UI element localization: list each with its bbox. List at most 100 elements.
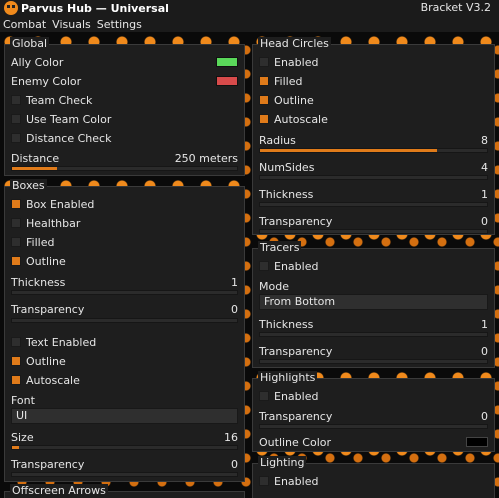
text-outline-toggle[interactable]: Outline <box>11 352 238 370</box>
tracers-thickness-label: Thickness <box>259 317 314 331</box>
head-outline-toggle[interactable]: Outline <box>259 91 488 109</box>
menu-bar: Combat Visuals Settings <box>0 16 499 32</box>
version-label: Bracket V3.2 <box>420 1 491 14</box>
pumpkin-logo-icon <box>4 1 18 15</box>
font-dropdown[interactable]: UI <box>11 408 238 424</box>
text-transparency-slider[interactable] <box>11 472 238 477</box>
head-transparency-slider[interactable] <box>259 229 488 234</box>
box-enabled-checkbox[interactable] <box>11 199 21 209</box>
text-enabled-label: Text Enabled <box>26 335 97 349</box>
box-thickness-value: 1 <box>231 275 238 289</box>
highlights-panel: Highlights Enabled Transparency 0 Outlin… <box>252 371 495 452</box>
head-outline-label: Outline <box>274 93 314 107</box>
numsides-slider[interactable] <box>259 175 488 180</box>
tracers-enabled-toggle[interactable]: Enabled <box>259 257 488 275</box>
head-circles-title: Head Circles <box>258 37 331 50</box>
outline-color-swatch[interactable] <box>466 437 488 447</box>
head-transparency-value: 0 <box>481 214 488 228</box>
head-thickness-slider[interactable] <box>259 202 488 207</box>
numsides-value: 4 <box>481 160 488 174</box>
distance-check-checkbox[interactable] <box>11 133 21 143</box>
head-enabled-toggle[interactable]: Enabled <box>259 53 488 71</box>
distance-label: Distance <box>11 151 60 165</box>
boxes-title: Boxes <box>10 179 47 192</box>
menu-combat[interactable]: Combat <box>3 18 46 31</box>
tracers-thickness-value: 1 <box>481 317 488 331</box>
font-label: Font <box>11 393 35 407</box>
highlights-enabled-checkbox[interactable] <box>259 391 269 401</box>
enemy-color-swatch[interactable] <box>216 76 238 86</box>
box-transparency-value: 0 <box>231 302 238 316</box>
text-enabled-checkbox[interactable] <box>11 337 21 347</box>
head-circles-panel: Head Circles Enabled Filled Outline Auto… <box>252 37 495 235</box>
size-slider[interactable] <box>11 445 238 450</box>
head-autoscale-toggle[interactable]: Autoscale <box>259 110 488 128</box>
tracers-enabled-label: Enabled <box>274 259 319 273</box>
use-team-color-checkbox[interactable] <box>11 114 21 124</box>
distance-check-toggle[interactable]: Distance Check <box>11 129 238 147</box>
autoscale-toggle[interactable]: Autoscale <box>11 371 238 389</box>
healthbar-toggle[interactable]: Healthbar <box>11 214 238 232</box>
healthbar-checkbox[interactable] <box>11 218 21 228</box>
mode-label: Mode <box>259 279 289 293</box>
distance-value: 250 meters <box>174 151 238 165</box>
box-filled-toggle[interactable]: Filled <box>11 233 238 251</box>
text-enabled-toggle[interactable]: Text Enabled <box>11 333 238 351</box>
head-enabled-checkbox[interactable] <box>259 57 269 67</box>
head-thickness-header: Thickness 1 <box>259 185 488 203</box>
global-panel: Global Ally Color Enemy Color Team Check… <box>4 37 245 176</box>
head-enabled-label: Enabled <box>274 55 319 69</box>
offscreen-arrows-panel: Offscreen Arrows <box>4 484 245 498</box>
box-thickness-slider[interactable] <box>11 290 238 295</box>
head-filled-toggle[interactable]: Filled <box>259 72 488 90</box>
head-autoscale-checkbox[interactable] <box>259 114 269 124</box>
team-check-toggle[interactable]: Team Check <box>11 91 238 109</box>
head-outline-checkbox[interactable] <box>259 95 269 105</box>
use-team-color-toggle[interactable]: Use Team Color <box>11 110 238 128</box>
font-label-row: Font <box>11 391 238 409</box>
text-outline-checkbox[interactable] <box>11 356 21 366</box>
text-outline-label: Outline <box>26 354 66 368</box>
box-transparency-header: Transparency 0 <box>11 300 238 318</box>
box-transparency-slider[interactable] <box>11 318 238 323</box>
tracers-thickness-slider[interactable] <box>259 332 488 337</box>
box-enabled-toggle[interactable]: Box Enabled <box>11 195 238 213</box>
ally-color-swatch[interactable] <box>216 57 238 67</box>
distance-slider[interactable] <box>11 166 238 171</box>
box-outline-checkbox[interactable] <box>11 256 21 266</box>
tracers-transparency-label: Transparency <box>259 344 333 358</box>
tracers-transparency-slider[interactable] <box>259 359 488 364</box>
healthbar-label: Healthbar <box>26 216 81 230</box>
team-check-label: Team Check <box>26 93 93 107</box>
head-thickness-value: 1 <box>481 187 488 201</box>
tracers-enabled-checkbox[interactable] <box>259 261 269 271</box>
box-outline-label: Outline <box>26 254 66 268</box>
highlights-enabled-label: Enabled <box>274 389 319 403</box>
box-outline-toggle[interactable]: Outline <box>11 252 238 270</box>
radius-label: Radius <box>259 133 296 147</box>
highlights-enabled-toggle[interactable]: Enabled <box>259 387 488 405</box>
highlights-transparency-label: Transparency <box>259 409 333 423</box>
head-autoscale-label: Autoscale <box>274 112 328 126</box>
autoscale-checkbox[interactable] <box>11 375 21 385</box>
size-slider-fill <box>12 446 19 449</box>
head-transparency-header: Transparency 0 <box>259 212 488 230</box>
highlights-transparency-slider[interactable] <box>259 424 488 429</box>
window-title: Parvus Hub — Universal <box>21 1 169 15</box>
size-header: Size 16 <box>11 428 238 446</box>
box-filled-checkbox[interactable] <box>11 237 21 247</box>
lighting-enabled-toggle[interactable]: Enabled <box>259 472 488 490</box>
mode-dropdown[interactable]: From Bottom <box>259 294 488 310</box>
size-value: 16 <box>224 430 238 444</box>
menu-visuals[interactable]: Visuals <box>52 18 91 31</box>
team-check-checkbox[interactable] <box>11 95 21 105</box>
title-bar: Parvus Hub — Universal Bracket V3.2 <box>0 0 499 16</box>
lighting-enabled-checkbox[interactable] <box>259 476 269 486</box>
outline-color-row: Outline Color <box>259 433 488 451</box>
head-transparency-label: Transparency <box>259 214 333 228</box>
mode-label-row: Mode <box>259 277 488 295</box>
radius-slider[interactable] <box>259 148 488 153</box>
menu-settings[interactable]: Settings <box>97 18 142 31</box>
tracers-thickness-header: Thickness 1 <box>259 315 488 333</box>
head-filled-checkbox[interactable] <box>259 76 269 86</box>
